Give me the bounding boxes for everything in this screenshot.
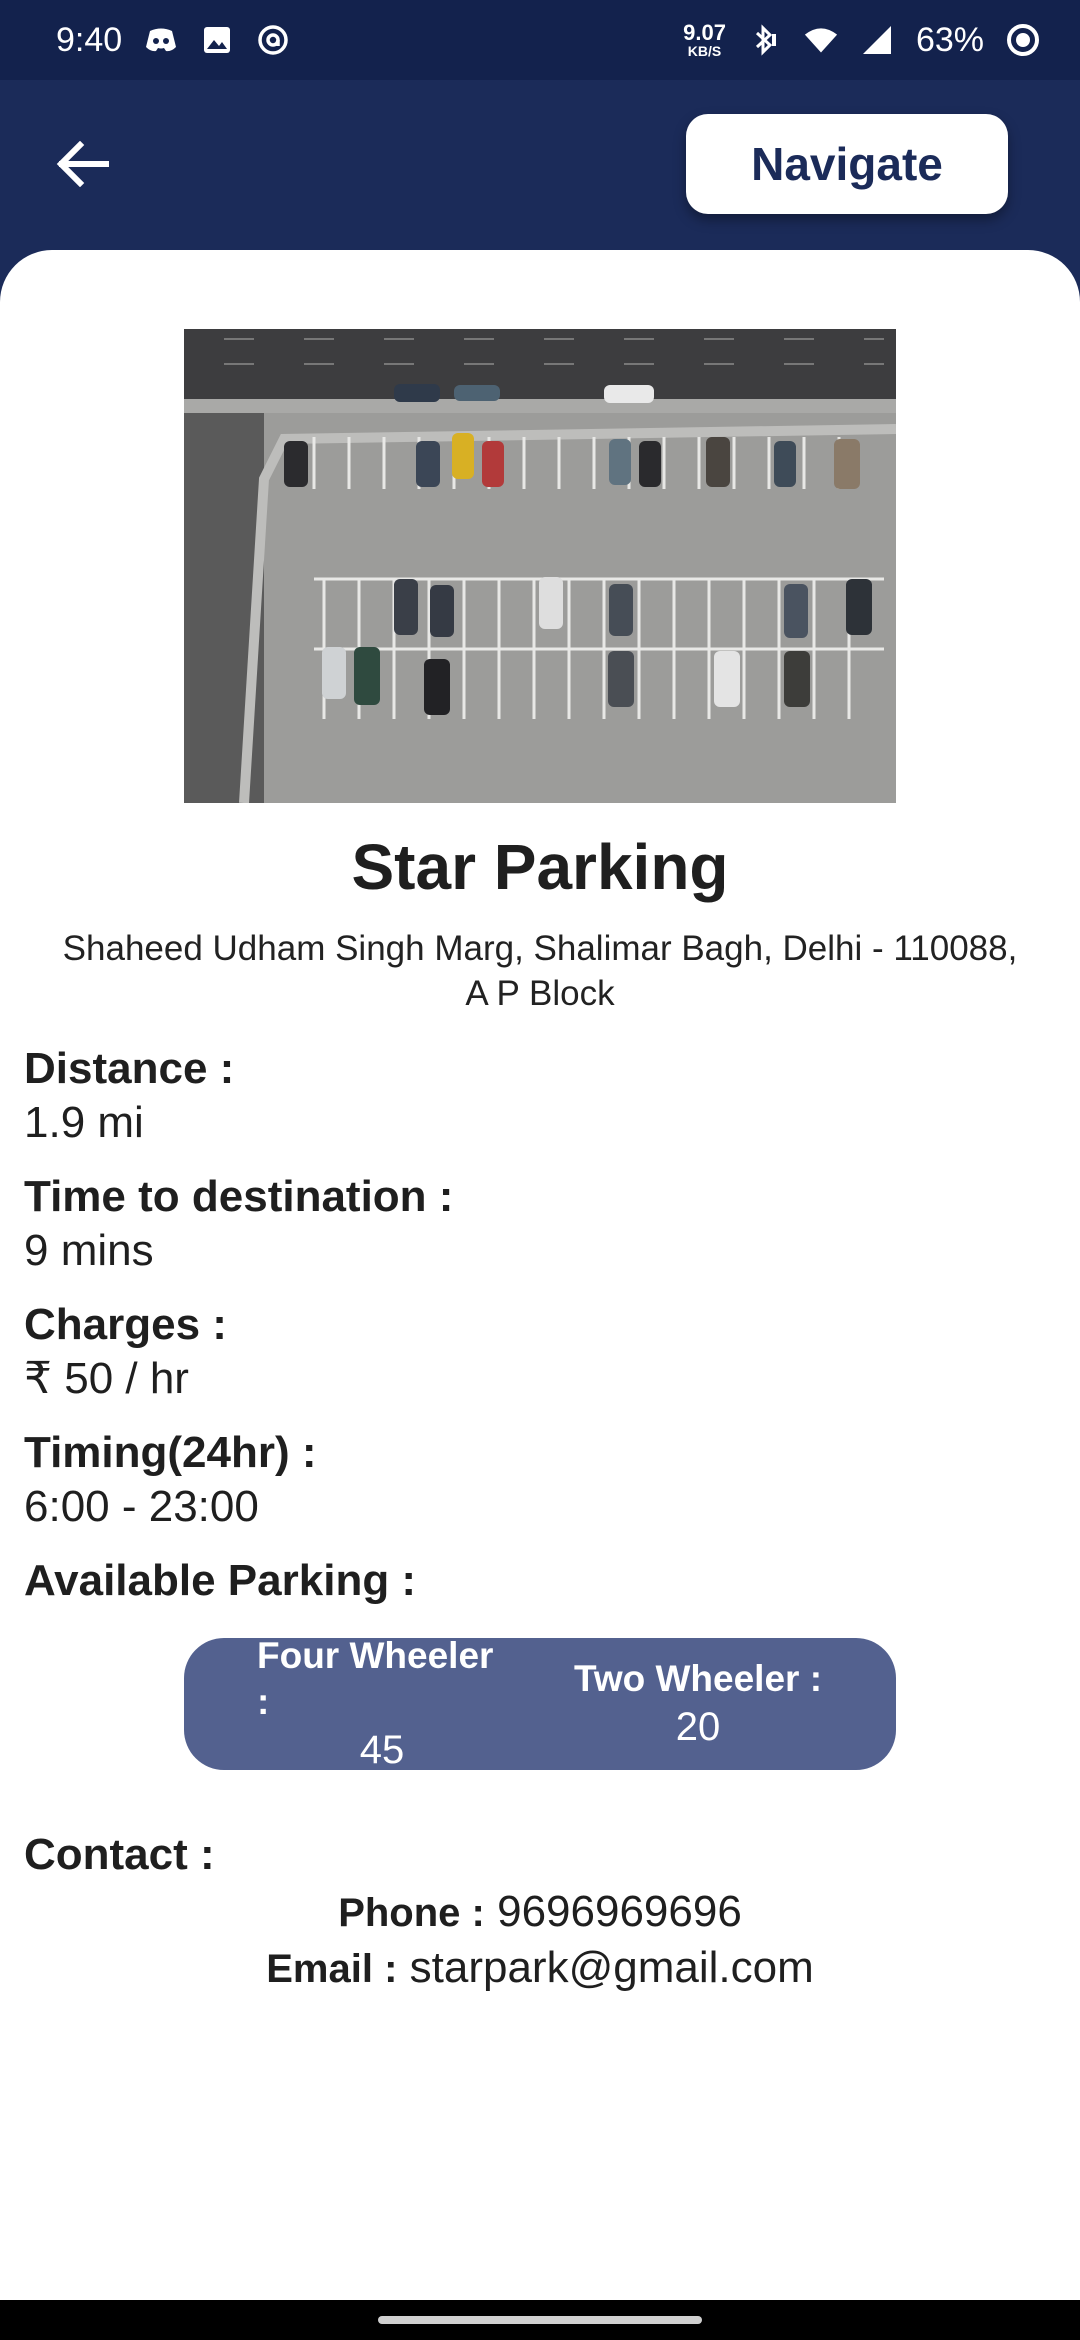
available-parking-box: Four Wheeler : 45 Two Wheeler : 20 bbox=[184, 1635, 896, 1772]
charges-block: Charges : ₹ 50 / hr bbox=[24, 1298, 227, 1406]
distance-label: Distance : bbox=[24, 1044, 235, 1093]
wifi-icon bbox=[804, 23, 838, 57]
time-value: 9 mins bbox=[24, 1226, 154, 1275]
time-label: Time to destination : bbox=[24, 1172, 454, 1221]
distance-value: 1.9 mi bbox=[24, 1098, 144, 1147]
email-line: Email : starpark@gmail.com bbox=[0, 1940, 1080, 1997]
status-time: 9:40 bbox=[56, 20, 123, 59]
two-wheeler-value: 20 bbox=[675, 1705, 721, 1749]
available-parking-label: Available Parking : bbox=[24, 1556, 417, 1605]
battery-icon bbox=[1006, 23, 1040, 57]
phone-label: Phone : bbox=[338, 1891, 485, 1935]
four-wheeler-value: 45 bbox=[359, 1728, 405, 1772]
contact-label: Contact : bbox=[24, 1830, 215, 1879]
email-label: Email : bbox=[266, 1947, 398, 1991]
at-icon bbox=[256, 23, 290, 57]
battery-percent: 63% bbox=[915, 20, 984, 59]
address-line-1: Shaheed Udham Singh Marg, Shalimar Bagh,… bbox=[62, 929, 1018, 968]
navigate-button[interactable]: Navigate bbox=[686, 114, 1008, 214]
back-button[interactable] bbox=[50, 136, 116, 196]
signal-icon bbox=[860, 23, 894, 57]
app-bar: Navigate bbox=[0, 80, 1080, 250]
net-speed: 9.07 KB/S bbox=[683, 20, 726, 59]
discord-icon bbox=[144, 23, 178, 57]
phone-value[interactable]: 9696969696 bbox=[497, 1887, 742, 1936]
time-block: Time to destination : 9 mins bbox=[24, 1170, 453, 1278]
distance-block: Distance : 1.9 mi bbox=[24, 1042, 234, 1150]
timing-label: Timing(24hr) : bbox=[24, 1428, 317, 1477]
arrow-left-icon bbox=[56, 140, 110, 192]
net-speed-value: 9.07 bbox=[683, 20, 726, 45]
available-parking-block: Available Parking : bbox=[24, 1554, 416, 1608]
four-wheeler-label: Four Wheeler : bbox=[257, 1635, 494, 1722]
net-speed-unit: KB/S bbox=[687, 43, 722, 59]
home-gesture-handle[interactable] bbox=[378, 2316, 702, 2324]
details-card: Star Parking Shaheed Udham Singh Marg, S… bbox=[0, 250, 1080, 2300]
system-nav-bar bbox=[0, 2300, 1080, 2340]
address-line-2: A P Block bbox=[465, 974, 615, 1013]
parking-lot-photo bbox=[184, 329, 896, 803]
status-right: 9.07 KB/S 63% bbox=[683, 21, 1040, 60]
email-value[interactable]: starpark@gmail.com bbox=[410, 1943, 814, 1992]
two-wheeler-count: Two Wheeler : 20 bbox=[573, 1656, 823, 1752]
two-wheeler-label: Two Wheeler : bbox=[573, 1658, 823, 1699]
charges-label: Charges : bbox=[24, 1300, 227, 1349]
status-bar: 9:40 9.07 KB/S 63% bbox=[0, 0, 1080, 80]
timing-block: Timing(24hr) : 6:00 - 23:00 bbox=[24, 1426, 317, 1534]
bluetooth-icon bbox=[748, 23, 782, 57]
charges-value: ₹ 50 / hr bbox=[24, 1354, 189, 1403]
four-wheeler-count: Four Wheeler : 45 bbox=[257, 1633, 507, 1775]
parking-address: Shaheed Udham Singh Marg, Shalimar Bagh,… bbox=[20, 926, 1060, 1016]
image-icon bbox=[200, 23, 234, 57]
phone-line: Phone : 9696969696 bbox=[0, 1884, 1080, 1941]
status-left: 9:40 bbox=[56, 21, 290, 60]
parking-name: Star Parking bbox=[351, 831, 729, 903]
contact-block: Contact : bbox=[24, 1828, 215, 1882]
timing-value: 6:00 - 23:00 bbox=[24, 1482, 259, 1531]
